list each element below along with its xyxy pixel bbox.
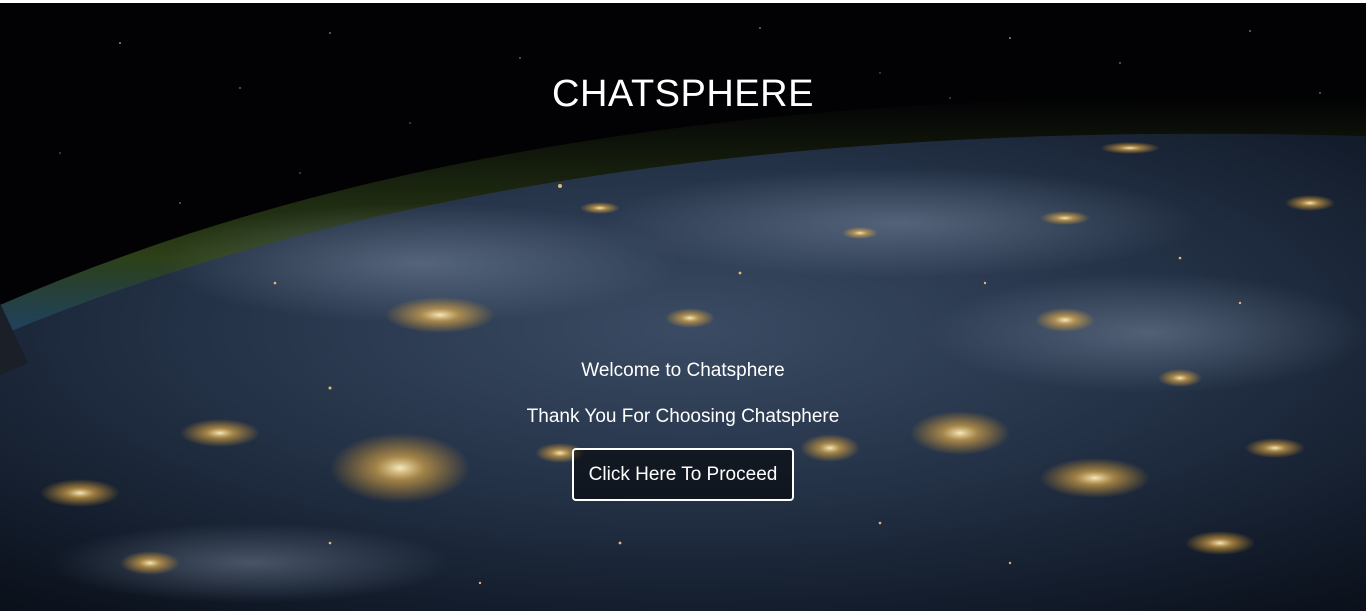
hero-section: CHATSPHERE Welcome to Chatsphere Thank Y… xyxy=(0,3,1366,611)
proceed-button[interactable]: Click Here To Proceed xyxy=(572,448,794,501)
welcome-text: Welcome to Chatsphere xyxy=(581,360,785,381)
app-title: CHATSPHERE xyxy=(552,73,814,115)
thanks-text: Thank You For Choosing Chatsphere xyxy=(526,406,840,427)
